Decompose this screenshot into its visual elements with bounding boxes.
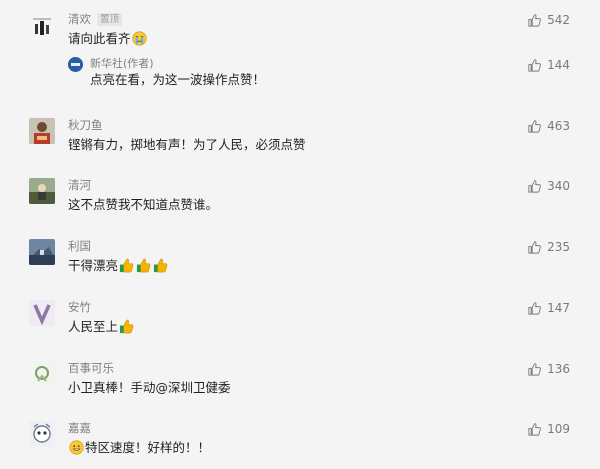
comment-text: 人民至上: [68, 318, 135, 336]
thumbs-up-icon: [527, 58, 542, 73]
avatar[interactable]: [29, 118, 55, 144]
commenter-name[interactable]: 秋刀鱼: [68, 117, 103, 133]
commenter-name[interactable]: 嘉嘉: [68, 420, 91, 436]
like-count: 463: [547, 119, 570, 133]
commenter-name[interactable]: 安竹: [68, 299, 91, 315]
thumbs-up-icon: [527, 13, 542, 28]
comment-text: 特区速度！好样的！！: [68, 439, 210, 457]
commenter-name[interactable]: 清河: [68, 177, 91, 193]
thumbs-up-icon: [527, 240, 542, 255]
grin-emoji-icon: [69, 440, 84, 455]
like-button[interactable]: 109: [527, 421, 570, 437]
like-count: 147: [547, 301, 570, 315]
commenter-name[interactable]: 百事可乐: [68, 360, 114, 376]
comment-text: 干得漂亮: [68, 257, 169, 275]
author-avatar[interactable]: [68, 57, 83, 72]
like-button[interactable]: 144: [527, 57, 570, 73]
pinned-badge: 置顶: [97, 13, 123, 26]
like-count: 235: [547, 240, 570, 254]
avatar[interactable]: [29, 361, 55, 387]
avatar[interactable]: [29, 12, 55, 38]
thumbs-up-icon: [527, 119, 542, 134]
like-count: 340: [547, 179, 570, 193]
avatar[interactable]: [29, 421, 55, 447]
thumbs-up-icon: [527, 301, 542, 316]
avatar[interactable]: [29, 300, 55, 326]
thumbs-up-emoji-icon: [153, 258, 168, 273]
thumbs-up-icon: [527, 179, 542, 194]
commenter-name[interactable]: 清欢: [68, 12, 91, 26]
thumbs-up-emoji-icon: [136, 258, 151, 273]
like-button[interactable]: 235: [527, 239, 570, 255]
avatar[interactable]: [29, 239, 55, 265]
like-button[interactable]: 463: [527, 118, 570, 134]
crying-emoji-icon: [131, 31, 147, 46]
thumbs-up-emoji-icon: [119, 319, 134, 334]
like-count: 136: [547, 362, 570, 376]
author-name[interactable]: 新华社(作者): [90, 56, 154, 72]
like-button[interactable]: 147: [527, 300, 570, 316]
like-count: 144: [547, 58, 570, 72]
reply-text: 点亮在看，为这一波操作点赞！: [90, 72, 266, 87]
comment-text: 小卫真棒！手动@深圳卫健委: [68, 380, 231, 395]
commenter-name[interactable]: 利国: [68, 238, 91, 254]
thumbs-up-emoji-icon: [119, 258, 134, 273]
comment-text: 铿锵有力，掷地有声！为了人民，必须点赞: [68, 137, 306, 152]
like-button[interactable]: 340: [527, 178, 570, 194]
like-button[interactable]: 542: [527, 12, 570, 28]
thumbs-up-icon: [527, 362, 542, 377]
comment-text: 请向此看齐: [68, 30, 148, 48]
thumbs-up-icon: [527, 422, 542, 437]
like-count: 542: [547, 13, 570, 27]
like-button[interactable]: 136: [527, 361, 570, 377]
comment-text: 这不点赞我不知道点赞谁。: [68, 197, 219, 212]
avatar[interactable]: [29, 178, 55, 204]
like-count: 109: [547, 422, 570, 436]
